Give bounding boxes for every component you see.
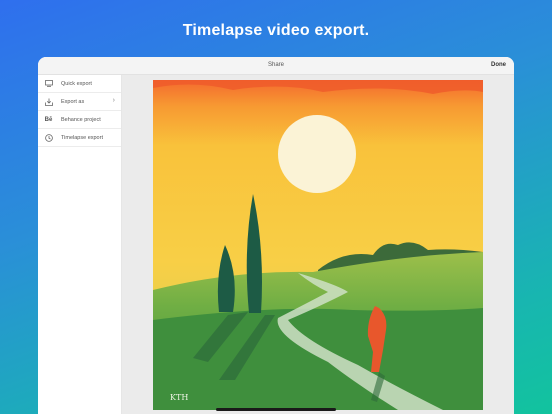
artwork-canvas-area: KTH — [122, 75, 514, 414]
share-sidebar: Quick export Export as › Bē Behance proj… — [38, 75, 122, 414]
download-icon — [44, 97, 53, 106]
timelapse-export-label: Timelapse export — [61, 134, 103, 141]
page-headline: Timelapse video export. — [182, 22, 370, 39]
done-button[interactable]: Done — [491, 62, 506, 68]
artwork-preview: KTH — [153, 80, 483, 410]
behance-project-label: Behance project — [61, 116, 101, 123]
behance-icon: Bē — [44, 116, 53, 123]
share-top-bar: Share Done — [38, 57, 514, 75]
timelapse-export-item[interactable]: Timelapse export — [38, 129, 121, 147]
chevron-right-icon: › — [112, 97, 115, 104]
monitor-icon — [44, 79, 53, 88]
quick-export-item[interactable]: Quick export — [38, 75, 121, 93]
behance-project-item[interactable]: Bē Behance project — [38, 111, 121, 129]
artwork-signature: KTH — [170, 393, 188, 402]
home-indicator — [216, 408, 336, 411]
share-title: Share — [267, 62, 284, 68]
app-window: Share Done Quick export Export as › Bē B… — [38, 57, 514, 414]
export-as-label: Export as — [61, 98, 85, 105]
clock-icon — [44, 133, 53, 142]
export-as-item[interactable]: Export as › — [38, 93, 121, 111]
quick-export-label: Quick export — [61, 80, 92, 87]
